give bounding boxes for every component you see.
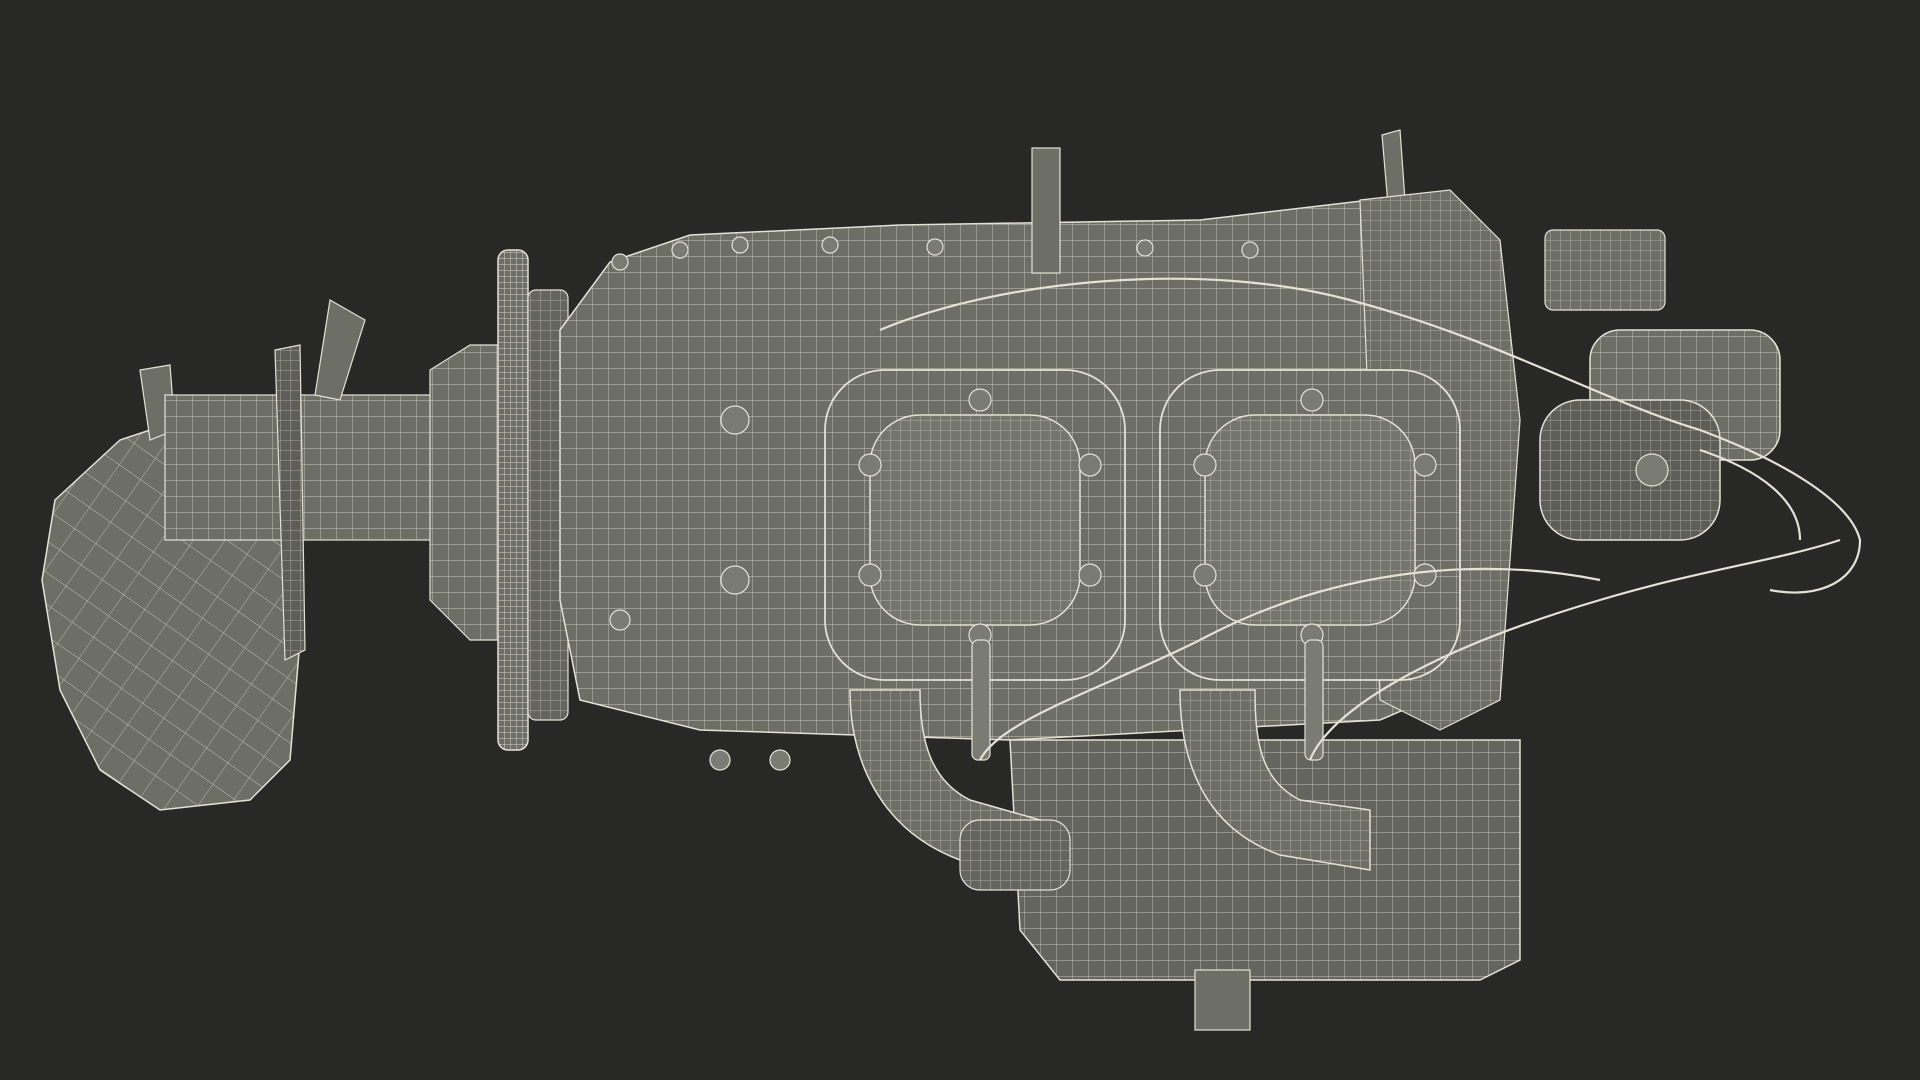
engine-wireframe-render [41,129,1862,1031]
cylinder-head-left [824,369,1126,681]
ring-gear [497,249,569,751]
reduction-gear-housing [429,344,501,641]
render-viewport [0,0,1920,1080]
magneto [1539,329,1781,541]
cylinder-head-right [1159,369,1461,681]
